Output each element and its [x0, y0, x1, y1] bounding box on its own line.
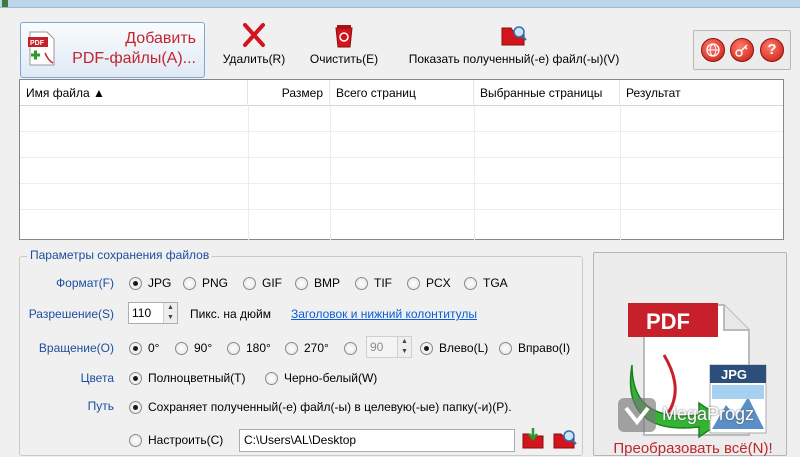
watermark: MegaProgz	[618, 398, 788, 434]
show-output-label: Показать полученный(-е) файл(-ы)(V)	[408, 52, 620, 66]
spinner-arrows-icon[interactable]: ▲ ▼	[163, 303, 177, 323]
pdf-label: PDF	[646, 309, 690, 334]
color-bw-radio[interactable]	[265, 372, 278, 385]
watermark-text: MegaProgz	[662, 404, 755, 424]
format-tga-radio[interactable]	[464, 277, 477, 290]
format-bmp-label: BMP	[314, 276, 341, 290]
format-jpg-radio[interactable]	[129, 277, 142, 290]
column-header-selected-pages[interactable]: Выбранные страницы	[474, 80, 620, 106]
key-icon	[735, 44, 748, 57]
rotation-label: Вращение(O)	[38, 341, 114, 355]
path-custom-label: Настроить(C)	[148, 433, 224, 447]
rotation-custom-radio[interactable]	[344, 342, 357, 355]
add-pdf-label: Добавить PDF-файлы(A)...	[72, 29, 196, 69]
register-button[interactable]	[730, 38, 754, 62]
format-tif-label: TIF	[374, 276, 392, 290]
svg-text:PDF: PDF	[30, 40, 45, 47]
question-mark-icon: ?	[767, 41, 777, 58]
column-header-size[interactable]: Размер	[248, 80, 330, 106]
format-png-radio[interactable]	[183, 277, 196, 290]
help-button[interactable]: ?	[760, 38, 784, 62]
direction-left-label: Влево(L)	[439, 341, 489, 355]
toolbar: PDF Добавить PDF-файлы(A)... Удалить(R) …	[0, 8, 800, 78]
path-target-radio[interactable]	[129, 401, 142, 414]
app-icon	[2, 0, 8, 7]
resolution-label: Разрешение(S)	[28, 307, 114, 321]
rotation-90-radio[interactable]	[175, 342, 188, 355]
path-custom-radio[interactable]	[129, 434, 142, 447]
clear-label: Очистить(E)	[309, 52, 379, 66]
table-row	[20, 132, 783, 158]
column-divider	[620, 106, 621, 240]
rotation-custom-spinner[interactable]: 90 ▲ ▼	[366, 336, 412, 358]
watermark-logo-icon	[618, 398, 656, 432]
rotation-180-radio[interactable]	[227, 342, 240, 355]
column-header-result[interactable]: Результат	[620, 80, 783, 106]
resolution-value: 110	[132, 306, 152, 320]
output-path-field[interactable]: C:\Users\AL\Desktop	[239, 429, 515, 452]
direction-left-radio[interactable]	[420, 342, 433, 355]
folder-search-icon[interactable]	[552, 428, 578, 450]
column-header-total-pages[interactable]: Всего страниц	[330, 80, 474, 106]
table-row	[20, 106, 783, 132]
format-label: Формат(F)	[56, 276, 114, 290]
table-row	[20, 184, 783, 210]
format-bmp-radio[interactable]	[295, 277, 308, 290]
add-pdf-button[interactable]: PDF Добавить PDF-файлы(A)...	[20, 22, 205, 78]
file-list-table[interactable]: Имя файла ▲ Размер Всего страниц Выбранн…	[19, 79, 784, 240]
column-divider	[248, 106, 249, 240]
help-button-group: ?	[693, 30, 791, 70]
rotation-90-label: 90°	[194, 341, 213, 355]
color-full-radio[interactable]	[129, 372, 142, 385]
jpg-label: JPG	[721, 367, 747, 382]
format-gif-label: GIF	[262, 276, 282, 290]
format-png-label: PNG	[202, 276, 229, 290]
rotation-270-label: 270°	[304, 341, 329, 355]
folder-down-icon[interactable]	[521, 428, 545, 450]
column-header-filename[interactable]: Имя файла ▲	[20, 80, 248, 106]
globe-icon	[706, 43, 720, 57]
delete-x-icon	[243, 23, 265, 47]
format-tga-label: TGA	[483, 276, 508, 290]
delete-button[interactable]: Удалить(R)	[222, 22, 286, 66]
web-button[interactable]	[701, 38, 725, 62]
window-title-bar	[0, 0, 800, 8]
convert-all-label: Преобразовать всё(N)!	[613, 440, 773, 457]
table-row	[20, 210, 783, 236]
path-target-label: Сохраняет полученный(-е) файл(-ы) в целе…	[148, 400, 512, 414]
show-output-button[interactable]: Показать полученный(-е) файл(-ы)(V)	[402, 22, 626, 66]
format-pcx-label: PCX	[426, 276, 451, 290]
format-jpg-label: JPG	[148, 276, 172, 290]
path-label: Путь	[87, 399, 114, 413]
rotation-270-radio[interactable]	[285, 342, 298, 355]
column-divider	[474, 106, 475, 240]
direction-right-radio[interactable]	[499, 342, 512, 355]
rotation-180-label: 180°	[246, 341, 271, 355]
rotation-0-radio[interactable]	[129, 342, 142, 355]
add-pdf-label-line1: Добавить	[125, 30, 196, 47]
resolution-unit: Пикс. на дюйм	[190, 307, 271, 321]
column-divider	[330, 106, 331, 240]
save-params-legend: Параметры сохранения файлов	[27, 248, 213, 262]
format-tif-radio[interactable]	[355, 277, 368, 290]
table-row	[20, 158, 783, 184]
folder-search-icon	[501, 26, 527, 46]
recycle-bin-icon	[335, 25, 353, 48]
color-full-label: Полноцветный(T)	[148, 371, 246, 385]
format-gif-radio[interactable]	[243, 277, 256, 290]
format-pcx-radio[interactable]	[407, 277, 420, 290]
rotation-0-label: 0°	[148, 341, 160, 355]
colors-label: Цвета	[80, 371, 114, 385]
rotation-custom-value: 90	[370, 340, 384, 354]
pdf-add-icon: PDF	[28, 31, 55, 66]
delete-label: Удалить(R)	[222, 52, 286, 66]
header-footer-link[interactable]: Заголовок и нижний колонтитулы	[291, 307, 477, 321]
direction-right-label: Вправо(I)	[518, 341, 571, 355]
spinner-arrows-icon[interactable]: ▲ ▼	[397, 337, 411, 357]
color-bw-label: Черно-белый(W)	[284, 371, 378, 385]
resolution-spinner[interactable]: 110 ▲ ▼	[128, 302, 178, 324]
add-pdf-label-line2: PDF-файлы(A)...	[72, 50, 196, 67]
clear-button[interactable]: Очистить(E)	[308, 22, 380, 66]
file-list-header: Имя файла ▲ Размер Всего страниц Выбранн…	[20, 80, 783, 106]
